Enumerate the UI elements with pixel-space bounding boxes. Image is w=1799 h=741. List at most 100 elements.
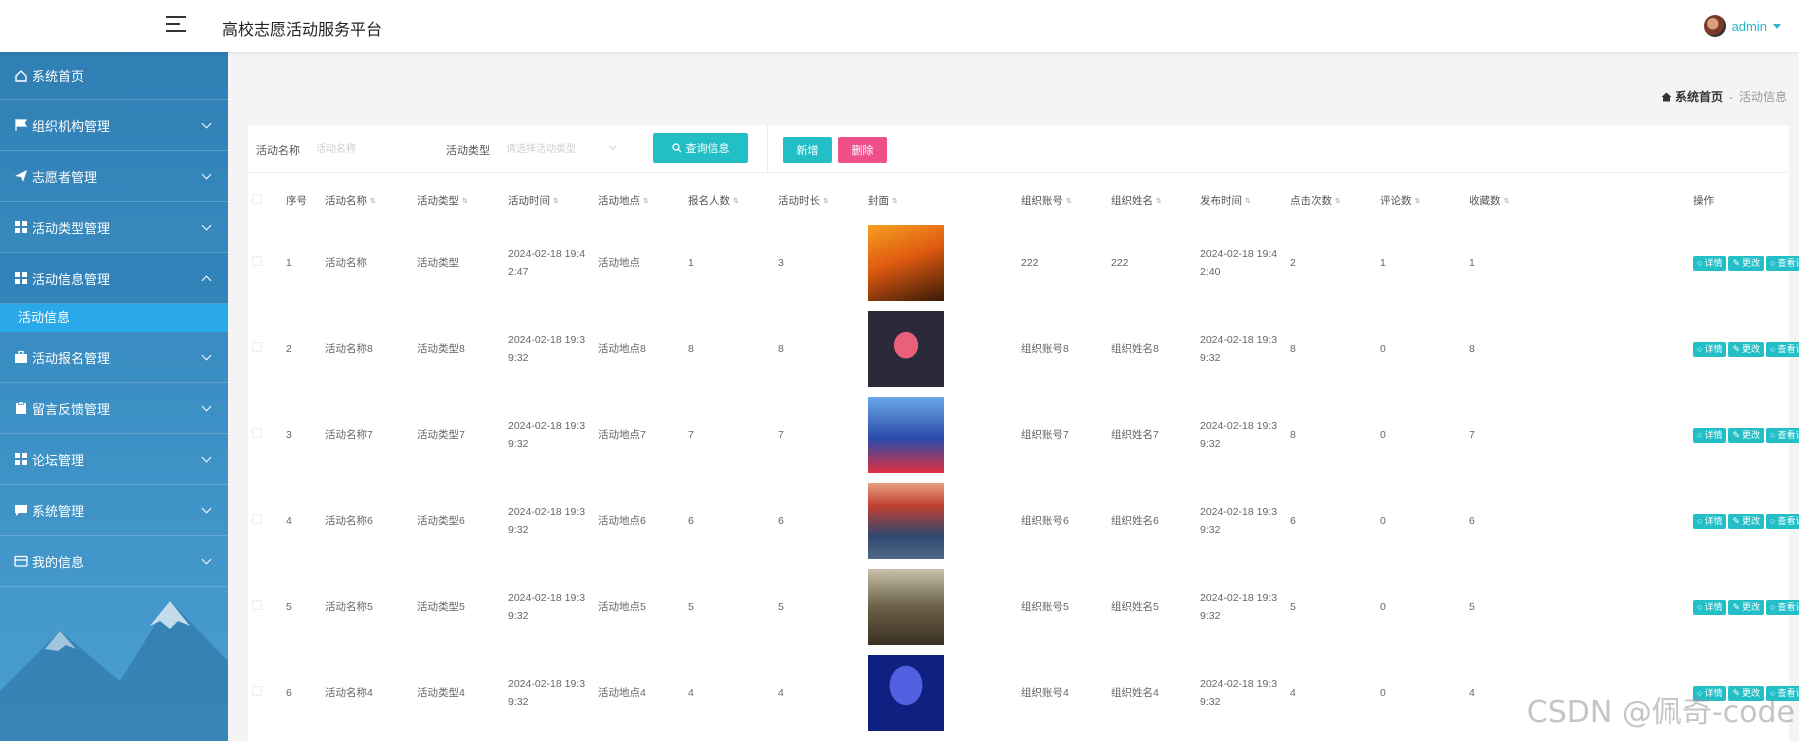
sort-icon: ⇅ (370, 197, 376, 205)
view-comments-button[interactable]: ○查看评论 (1766, 599, 1799, 615)
cover-image[interactable] (868, 311, 944, 387)
table-row: 4 活动名称6 活动类型6 2024-02-18 19:39:32 活动地点6 6 6 组织账… (248, 478, 1799, 564)
edit-button[interactable]: ✎ 更改 (1728, 341, 1765, 357)
cover-image[interactable] (868, 483, 944, 559)
add-button[interactable]: 新增 (783, 137, 832, 163)
detail-button[interactable]: ○ 详情 (1693, 513, 1727, 529)
sort-icon: ⇅ (553, 197, 559, 205)
cell-org-name: 组织姓名4 (1111, 687, 1159, 699)
view-comments-button[interactable]: ○查看评论 (1766, 513, 1799, 529)
row-checkbox[interactable] (252, 514, 262, 524)
edit-button[interactable]: ✎ 更改 (1728, 513, 1765, 529)
cell-comments: 0 (1380, 343, 1386, 355)
detail-button[interactable]: ○ 详情 (1693, 341, 1727, 357)
activity-type-select[interactable] (501, 137, 621, 161)
column-header[interactable]: 组织账号 ⇅ (1017, 180, 1107, 220)
cell-index: 2 (286, 343, 292, 355)
home-icon (1661, 92, 1672, 101)
flag-icon (14, 118, 28, 132)
cell-place: 活动地点7 (598, 429, 646, 441)
column-header[interactable]: 活动地点 ⇅ (594, 180, 684, 220)
activity-name-input[interactable] (311, 137, 421, 161)
column-header[interactable]: 活动时间 ⇅ (504, 180, 594, 220)
cell-clicks: 8 (1290, 429, 1296, 441)
view-comments-button[interactable]: ○查看评论 (1766, 255, 1799, 271)
column-header[interactable]: 组织姓名 ⇅ (1107, 180, 1196, 220)
pencil-icon: ✎ (1732, 430, 1740, 440)
sort-icon: ⇅ (1503, 197, 1510, 205)
cell-publish: 2024-02-18 19:39:32 (1200, 678, 1278, 708)
row-checkbox[interactable] (252, 600, 262, 610)
column-header[interactable]: 评论数 ⇅ (1376, 180, 1465, 220)
breadcrumb-separator: - (1728, 89, 1733, 104)
cell-org-name: 组织姓名6 (1111, 515, 1159, 527)
cell-clicks: 4 (1290, 687, 1296, 699)
cell-clicks: 6 (1290, 515, 1296, 527)
edit-button[interactable]: ✎ 更改 (1728, 255, 1765, 271)
column-header[interactable]: 点击次数 ⇅ (1286, 180, 1376, 220)
cell-clicks: 2 (1290, 257, 1296, 269)
cover-image[interactable] (868, 655, 944, 731)
cell-publish: 2024-02-18 19:39:32 (1200, 506, 1278, 536)
breadcrumb-home[interactable]: 系统首页 (1661, 88, 1723, 105)
row-checkbox[interactable] (252, 428, 262, 438)
cover-image[interactable] (868, 225, 944, 301)
cell-duration: 4 (778, 687, 784, 699)
view-comments-button[interactable]: ○查看评论 (1766, 427, 1799, 443)
pencil-icon: ✎ (1732, 344, 1740, 354)
column-header[interactable]: 活动类型 ⇅ (413, 180, 504, 220)
column-header[interactable]: 活动名称 ⇅ (321, 180, 413, 220)
submenu-item-activity-info[interactable]: 活动信息 (0, 304, 228, 332)
sidebar-item-activity-info[interactable]: 活动信息管理 (0, 253, 228, 304)
sidebar-item-volunteer[interactable]: 志愿者管理 (0, 151, 228, 202)
sidebar-item-signup[interactable]: 活动报名管理 (0, 332, 228, 383)
cell-publish: 2024-02-18 19:39:32 (1200, 420, 1278, 450)
edit-button[interactable]: ✎ 更改 (1728, 599, 1765, 615)
cover-image[interactable] (868, 397, 944, 473)
user-menu[interactable]: admin (1703, 15, 1781, 37)
sort-icon: ⇅ (733, 197, 739, 205)
sidebar-item-label: 活动信息管理 (32, 271, 111, 287)
column-header[interactable]: 活动时长 ⇅ (774, 180, 864, 220)
pencil-icon: ✎ (1732, 516, 1740, 526)
cell-publish: 2024-02-18 19:39:32 (1200, 592, 1278, 622)
sidebar: 系统首页 组织机构管理 志愿者管理 活动类型管理 活动信息管理 活动信息 活动报… (0, 52, 228, 741)
sidebar-item-activity-type[interactable]: 活动类型管理 (0, 202, 228, 253)
column-header[interactable]: 封面 ⇅ (864, 180, 1017, 220)
detail-button[interactable]: ○ 详情 (1693, 427, 1727, 443)
row-checkbox[interactable] (252, 686, 262, 696)
sidebar-item-feedback[interactable]: 留言反馈管理 (0, 383, 228, 434)
column-header[interactable]: 发布时间 ⇅ (1196, 180, 1286, 220)
view-comments-button[interactable]: ○查看评论 (1766, 341, 1799, 357)
cell-publish: 2024-02-18 19:42:40 (1200, 248, 1278, 278)
row-checkbox[interactable] (252, 256, 262, 266)
delete-button[interactable]: 删除 (838, 137, 887, 163)
cover-image[interactable] (868, 569, 944, 645)
sidebar-item-org[interactable]: 组织机构管理 (0, 100, 228, 151)
cell-index: 3 (286, 429, 292, 441)
breadcrumb-home-label: 系统首页 (1674, 90, 1723, 104)
mountain-illustration (0, 601, 228, 741)
row-checkbox[interactable] (252, 342, 262, 352)
select-all-checkbox[interactable] (252, 193, 262, 204)
query-button[interactable]: 查询信息 (653, 133, 748, 163)
detail-button[interactable]: ○ 详情 (1693, 599, 1727, 615)
sidebar-item-home[interactable]: 系统首页 (0, 52, 228, 100)
cell-signups: 8 (688, 343, 694, 355)
sidebar-item-forum[interactable]: 论坛管理 (0, 434, 228, 485)
cell-time: 2024-02-18 19:39:32 (508, 420, 586, 450)
edit-button[interactable]: ✎ 更改 (1728, 427, 1765, 443)
cell-account: 组织账号5 (1021, 601, 1069, 613)
column-header[interactable]: 报名人数 ⇅ (684, 180, 774, 220)
detail-button[interactable]: ○ 详情 (1693, 255, 1727, 271)
sidebar-item-label: 活动类型管理 (32, 220, 111, 236)
sidebar-item-system[interactable]: 系统管理 (0, 485, 228, 536)
menu-toggle-icon[interactable] (166, 16, 186, 34)
table-row: 3 活动名称7 活动类型7 2024-02-18 19:39:32 活动地点7 7 7 组织账… (248, 392, 1799, 478)
search-icon: ○ (1770, 430, 1776, 440)
cell-signups: 5 (688, 601, 694, 613)
column-header[interactable]: 收藏数 ⇅ (1465, 180, 1689, 220)
table-header-row: 序号 活动名称 ⇅ 活动类型 ⇅ 活动时间 ⇅ 活动地点 ⇅ 报名人数 ⇅ 活动时长 ⇅ 封… (248, 180, 1789, 220)
chevron-down-icon (201, 503, 212, 514)
sidebar-item-my-info[interactable]: 我的信息 (0, 536, 228, 587)
